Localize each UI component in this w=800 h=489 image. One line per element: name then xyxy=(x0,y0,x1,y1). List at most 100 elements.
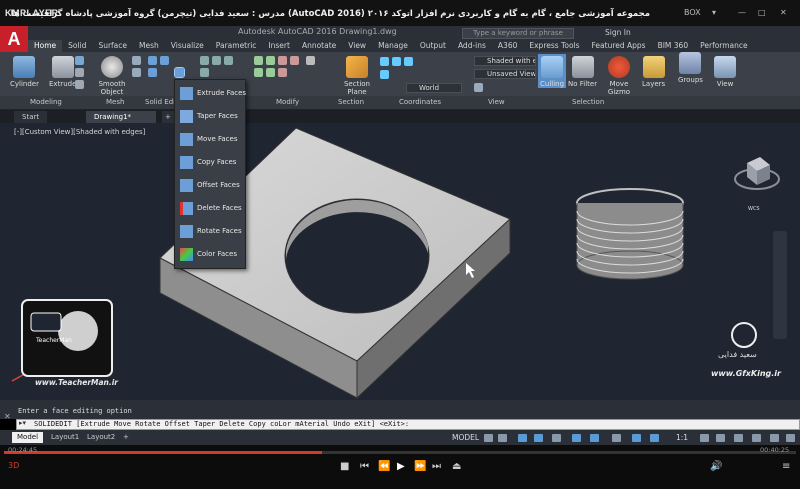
isolate-objects-icon[interactable] xyxy=(752,434,761,442)
tab-a360[interactable]: A360 xyxy=(492,40,523,52)
erase-icon[interactable] xyxy=(306,56,315,65)
view-button[interactable]: View xyxy=(714,56,736,88)
section-plane-button[interactable]: Section Plane xyxy=(343,56,371,96)
panel-label-modify[interactable]: Modify xyxy=(276,98,299,106)
copy-icon[interactable] xyxy=(254,68,263,77)
drawing-viewport[interactable] xyxy=(0,123,800,400)
revolve-icon[interactable] xyxy=(75,80,84,89)
polyline-icon[interactable] xyxy=(212,56,221,65)
volume-icon[interactable]: 🔊 xyxy=(710,461,722,472)
units-icon[interactable] xyxy=(734,434,743,442)
array-icon[interactable] xyxy=(278,68,287,77)
viewcube-wcs-label[interactable]: WCS xyxy=(748,206,760,212)
ucs-view-icon[interactable] xyxy=(404,57,413,66)
maximize-icon[interactable]: □ xyxy=(758,8,766,17)
intersect-icon[interactable] xyxy=(148,68,157,77)
menu-copy-faces[interactable]: Copy Faces xyxy=(175,151,247,174)
command-customize-icon[interactable]: ✕ xyxy=(4,412,11,421)
tab-featured-apps[interactable]: Featured Apps xyxy=(586,40,652,52)
tab-express-tools[interactable]: Express Tools xyxy=(523,40,585,52)
tab-solid[interactable]: Solid xyxy=(62,40,92,52)
panel-label-selection[interactable]: Selection xyxy=(572,98,604,106)
workspace-gear-icon[interactable] xyxy=(700,434,709,442)
groups-button[interactable]: Groups xyxy=(678,52,703,84)
rewind-icon[interactable]: ⏪ xyxy=(378,461,390,472)
mesh-icon[interactable] xyxy=(132,56,141,65)
snap-icon[interactable] xyxy=(498,434,507,442)
panel-label-view[interactable]: View xyxy=(488,98,505,106)
extrude-button[interactable]: Extrude xyxy=(49,56,76,88)
play-icon[interactable]: ▶ xyxy=(397,461,405,472)
no-filter-button[interactable]: No Filter xyxy=(568,56,597,88)
menu-color-faces[interactable]: Color Faces xyxy=(175,243,247,266)
auto-scale-icon[interactable] xyxy=(650,434,659,442)
next-icon[interactable]: ⏭ xyxy=(432,461,441,472)
panel-label-section[interactable]: Section xyxy=(338,98,364,106)
culling-button[interactable]: Culling xyxy=(538,54,567,88)
tab-annotate[interactable]: Annotate xyxy=(296,40,342,52)
menu-rotate-faces[interactable]: Rotate Faces xyxy=(175,220,247,243)
menu-delete-faces[interactable]: Delete Faces xyxy=(175,197,247,220)
arc-icon[interactable] xyxy=(200,68,209,77)
fillet-icon[interactable] xyxy=(290,56,299,65)
viewport-config-icon[interactable] xyxy=(474,83,483,92)
eject-icon[interactable]: ⏏ xyxy=(452,461,461,472)
layout-tab-layout2[interactable]: Layout2 xyxy=(82,432,120,443)
polar-icon[interactable] xyxy=(534,434,543,442)
menu-icon[interactable]: ≡ xyxy=(782,461,790,472)
mesh-refine-icon[interactable] xyxy=(132,68,141,77)
ucs-object-icon[interactable] xyxy=(380,70,389,79)
file-tab-start[interactable]: Start xyxy=(14,111,48,123)
lineweight-icon[interactable] xyxy=(612,434,621,442)
smooth-object-button[interactable]: Smooth Object xyxy=(96,56,128,96)
forward-icon[interactable]: ⏩ xyxy=(414,461,426,472)
tab-manage[interactable]: Manage xyxy=(372,40,414,52)
tab-mesh[interactable]: Mesh xyxy=(133,40,165,52)
stop-icon[interactable]: ■ xyxy=(340,461,349,472)
tab-surface[interactable]: Surface xyxy=(92,40,133,52)
command-prompt-icon[interactable]: ▸▾ xyxy=(19,419,26,427)
panel-label-coordinates[interactable]: Coordinates xyxy=(399,98,441,106)
annotation-monitor-icon[interactable] xyxy=(716,434,725,442)
sign-in-button[interactable]: Sign In xyxy=(605,28,631,37)
model-space-button[interactable]: MODEL xyxy=(452,433,479,442)
panel-label-mesh[interactable]: Mesh xyxy=(106,98,124,106)
box-button[interactable]: BOX xyxy=(684,8,701,17)
solid-edit-faces-icon[interactable] xyxy=(174,67,185,78)
annotation-visibility-icon[interactable] xyxy=(632,434,641,442)
move-icon[interactable] xyxy=(254,56,263,65)
grid-icon[interactable] xyxy=(484,434,493,442)
menu-extrude-faces[interactable]: Extrude Faces xyxy=(175,82,247,105)
press-pull-icon[interactable] xyxy=(75,68,84,77)
command-input[interactable]: SOLIDEDIT [Extrude Move Rotate Offset Ta… xyxy=(34,420,409,428)
rotate-icon[interactable] xyxy=(266,56,275,65)
ortho-icon[interactable] xyxy=(518,434,527,442)
tab-add-ins[interactable]: Add-ins xyxy=(452,40,492,52)
search-input[interactable]: Type a keyword or phrase xyxy=(462,28,574,39)
layout-tab-layout1[interactable]: Layout1 xyxy=(46,432,84,443)
tab-view[interactable]: View xyxy=(342,40,372,52)
menu-move-faces[interactable]: Move Faces xyxy=(175,128,247,151)
mirror-icon[interactable] xyxy=(266,68,275,77)
union-icon[interactable] xyxy=(148,56,157,65)
tab-home[interactable]: Home xyxy=(28,40,63,52)
clean-screen-icon[interactable] xyxy=(770,434,779,442)
panel-label-solid-edit[interactable]: Solid Edit xyxy=(145,98,178,106)
isodraft-icon[interactable] xyxy=(552,434,561,442)
annotation-scale[interactable]: 1:1 xyxy=(676,433,688,442)
ucs-dropdown[interactable]: World xyxy=(406,83,462,93)
panel-label-modeling[interactable]: Modeling xyxy=(30,98,62,106)
cylinder-button[interactable]: Cylinder xyxy=(10,56,39,88)
viewport-controls-label[interactable]: [-][Custom View][Shaded with edges] xyxy=(14,128,145,136)
circle-icon[interactable] xyxy=(224,56,233,65)
new-tab-icon[interactable]: + xyxy=(162,111,174,123)
tab-bim-360[interactable]: BIM 360 xyxy=(652,40,695,52)
subtract-icon[interactable] xyxy=(160,56,169,65)
minimize-icon[interactable]: — xyxy=(738,8,746,17)
tab-output[interactable]: Output xyxy=(414,40,452,52)
ucs-origin-icon[interactable] xyxy=(392,57,401,66)
menu-taper-faces[interactable]: Taper Faces xyxy=(175,105,247,128)
pin-icon[interactable]: ▾ xyxy=(712,8,716,17)
object-snap-icon[interactable] xyxy=(590,434,599,442)
tab-visualize[interactable]: Visualize xyxy=(165,40,210,52)
